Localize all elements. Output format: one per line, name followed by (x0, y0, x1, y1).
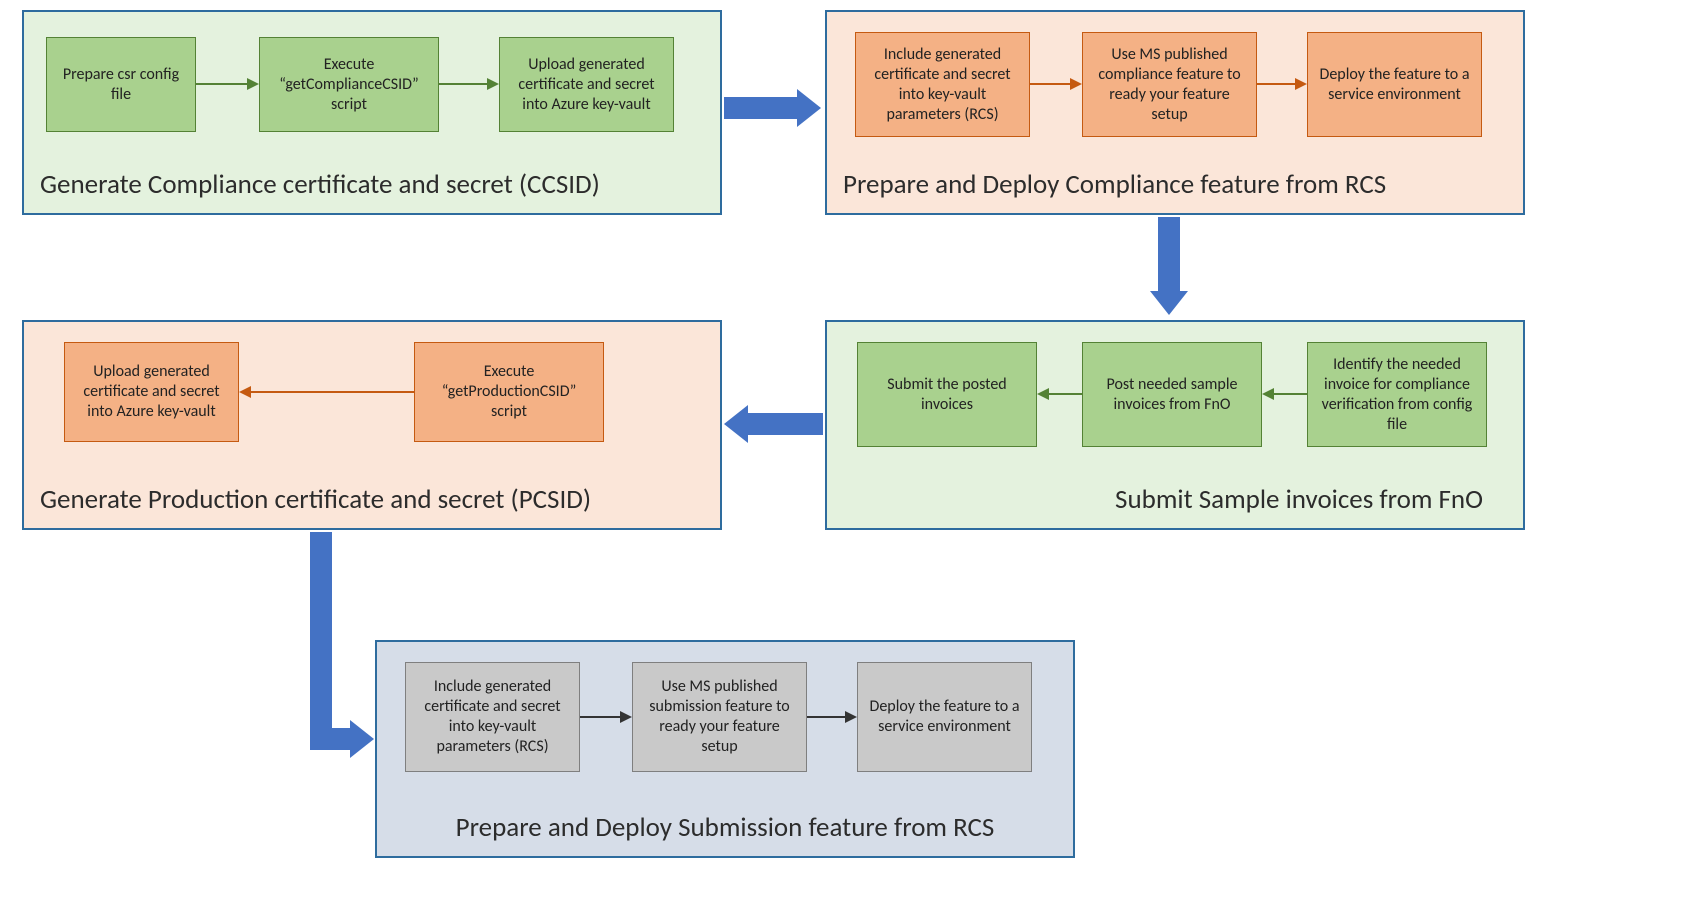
step-include-prod-cert-rcs: Include generated certificate and secret… (405, 662, 580, 772)
stage-submission-feature-title: Prepare and Deploy Submission feature fr… (377, 811, 1073, 844)
step-include-cert-keyvault-rcs: Include generated certificate and secret… (855, 32, 1030, 137)
stage-pcsid-title: Generate Production certificate and secr… (40, 483, 591, 516)
step-use-compliance-feature: Use MS published compliance feature to r… (1082, 32, 1257, 137)
stage-compliance-feature-title: Prepare and Deploy Compliance feature fr… (843, 168, 1386, 201)
step-use-submission-feature: Use MS published submission feature to r… (632, 662, 807, 772)
stage-pcsid: Execute “getProductionCSID” script Uploa… (22, 320, 722, 530)
step-deploy-submission-feature: Deploy the feature to a service environm… (857, 662, 1032, 772)
step-upload-ccsid-keyvault: Upload generated certificate and secret … (499, 37, 674, 132)
flow-diagram-canvas: Prepare csr config file Execute “getComp… (0, 0, 1697, 922)
stage-submit-samples: Identify the needed invoice for complian… (825, 320, 1525, 530)
stage-submission-feature: Include generated certificate and secret… (375, 640, 1075, 858)
step-deploy-compliance-feature: Deploy the feature to a service environm… (1307, 32, 1482, 137)
stage-ccsid: Prepare csr config file Execute “getComp… (22, 10, 722, 215)
big-arrow-compliance-to-submit (1158, 217, 1180, 293)
big-arrow-submit-to-pcsid (746, 413, 823, 435)
big-arrow-ccsid-to-compliance (724, 97, 799, 119)
step-submit-posted-invoices: Submit the posted invoices (857, 342, 1037, 447)
step-upload-pcsid-keyvault: Upload generated certificate and secret … (64, 342, 239, 442)
step-get-production-csid: Execute “getProductionCSID” script (414, 342, 604, 442)
stage-submit-title: Submit Sample invoices from FnO (1115, 483, 1483, 516)
step-identify-invoice: Identify the needed invoice for complian… (1307, 342, 1487, 447)
step-post-sample-invoices: Post needed sample invoices from FnO (1082, 342, 1262, 447)
step-get-compliance-csid: Execute “getComplianceCSID” script (259, 37, 439, 132)
step-prepare-csr: Prepare csr config file (46, 37, 196, 132)
stage-ccsid-title: Generate Compliance certificate and secr… (40, 168, 600, 201)
stage-compliance-feature: Include generated certificate and secret… (825, 10, 1525, 215)
